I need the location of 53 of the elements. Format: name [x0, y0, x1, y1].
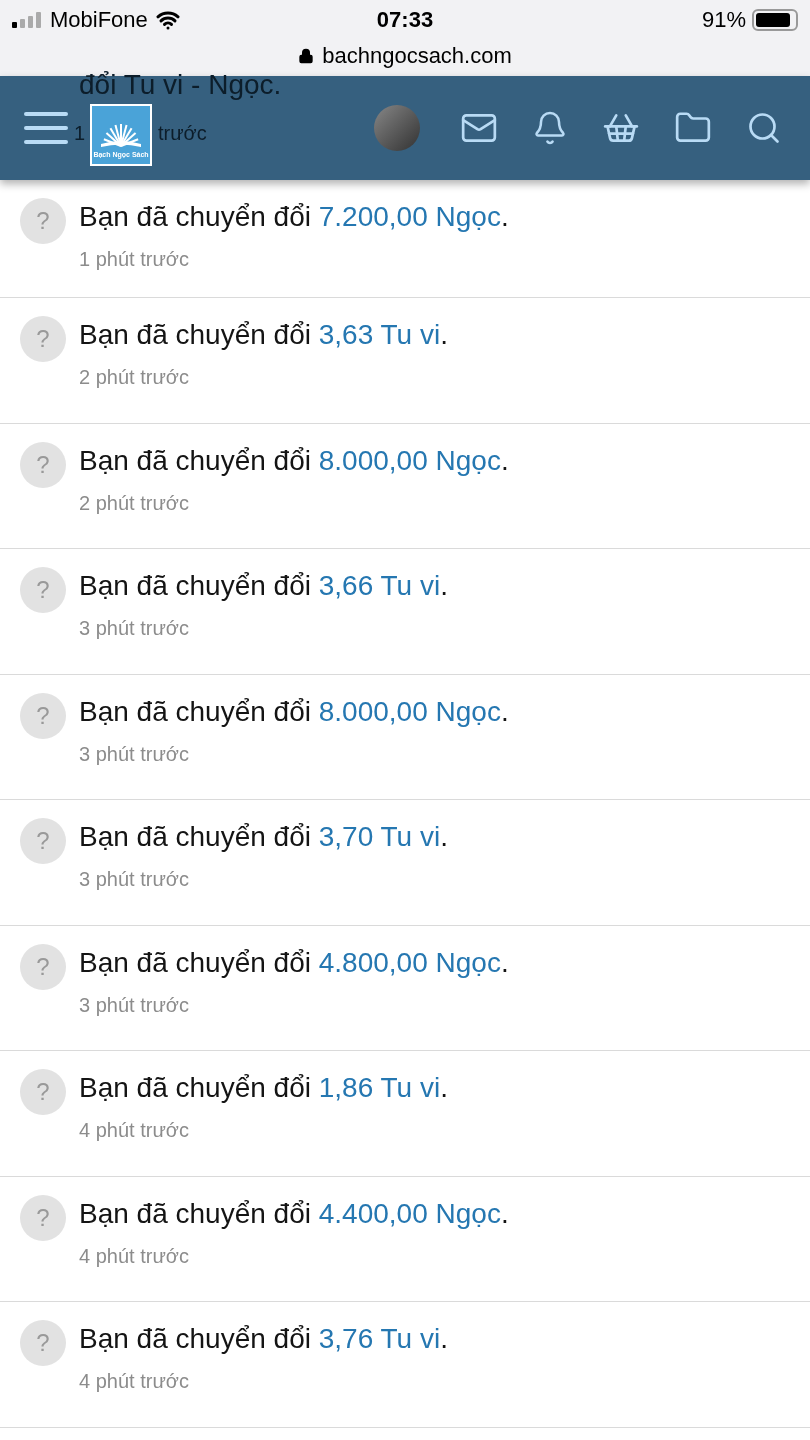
unknown-avatar-icon: ? [20, 818, 66, 864]
notification-text: Bạn đã chuyển đổi 7.200,00 Ngọc. [79, 200, 509, 234]
unknown-avatar-icon: ? [20, 567, 66, 613]
unknown-avatar-icon: ? [20, 1069, 66, 1115]
carrier-name: MobiFone [50, 6, 148, 34]
notification-text: Bạn đã chuyển đổi 3,70 Tu vi. [79, 820, 448, 854]
battery-icon [752, 8, 798, 31]
amount-link[interactable]: 7.200,00 Ngọc [318, 201, 501, 232]
unknown-avatar-icon: ? [20, 1194, 66, 1241]
time-ago: 4 phút trước [79, 1118, 190, 1143]
search-icon[interactable] [746, 110, 782, 146]
unknown-avatar-icon: ? [20, 198, 66, 244]
amount-link[interactable]: 1,86 Tu vi [318, 1072, 441, 1103]
clock: 07:33 [376, 6, 434, 34]
amount-link[interactable]: 3,63 Tu vi [318, 319, 441, 350]
battery-percent: 91% [701, 6, 746, 34]
notification-text: Bạn đã chuyển đổi 8.000,00 Ngọc. [79, 443, 509, 478]
lock-icon [298, 47, 315, 64]
unknown-avatar-icon: ? [20, 1320, 66, 1366]
bell-icon[interactable] [532, 110, 568, 146]
amount-link[interactable]: 3,66 Tu vi [318, 570, 441, 601]
unknown-avatar-icon: ? [20, 316, 66, 362]
notification-text: Bạn đã chuyển đổi 1,86 Tu vi. [79, 1071, 448, 1105]
amount-link[interactable]: 4.400,00 Ngọc [318, 1197, 501, 1229]
url-text[interactable]: bachngocsach.com [322, 39, 512, 72]
time-ago: 3 phút trước [79, 741, 190, 767]
amount-link[interactable]: 4.800,00 Ngọc [318, 946, 501, 978]
unknown-avatar-icon: ? [20, 943, 66, 990]
menu-icon[interactable] [24, 110, 68, 146]
amount-link[interactable]: 3,70 Tu vi [318, 821, 441, 852]
time-ago: 4 phút trước [79, 1243, 190, 1269]
time-ago: 3 phút trước [79, 867, 190, 892]
notification-text: Bạn đã chuyển đổi 8.000,00 Ngọc. [79, 694, 509, 729]
time-ago: 2 phút trước [79, 365, 190, 390]
unknown-avatar-icon: ? [20, 441, 66, 488]
peek-title: đổi Tu vi - Ngọc. [79, 70, 282, 100]
time-ago: 3 phút trước [79, 992, 190, 1018]
time-ago: 2 phút trước [79, 490, 190, 516]
time-ago: 1 phút trước [79, 247, 190, 272]
amount-link[interactable]: 8.000,00 Ngọc [318, 695, 501, 727]
time-ago: 3 phút trước [79, 616, 190, 641]
unknown-avatar-icon: ? [20, 692, 66, 739]
peek-time: 1 [74, 121, 86, 146]
notification-text: Bạn đã chuyển đổi 3,63 Tu vi. [79, 318, 448, 352]
signal-icon [12, 11, 42, 28]
notification-text: Bạn đã chuyển đổi 4.800,00 Ngọc. [79, 945, 509, 980]
notification-text: Bạn đã chuyển đổi 3,76 Tu vi. [79, 1322, 448, 1356]
amount-link[interactable]: 3,76 Tu vi [318, 1323, 441, 1354]
amount-link[interactable]: 8.000,00 Ngọc [318, 444, 501, 476]
peek-time: trước [158, 121, 207, 146]
notification-text: Bạn đã chuyển đổi 3,66 Tu vi. [79, 569, 448, 603]
notification-text: Bạn đã chuyển đổi 4.400,00 Ngọc. [79, 1196, 509, 1231]
time-ago: 4 phút trước [79, 1369, 190, 1394]
